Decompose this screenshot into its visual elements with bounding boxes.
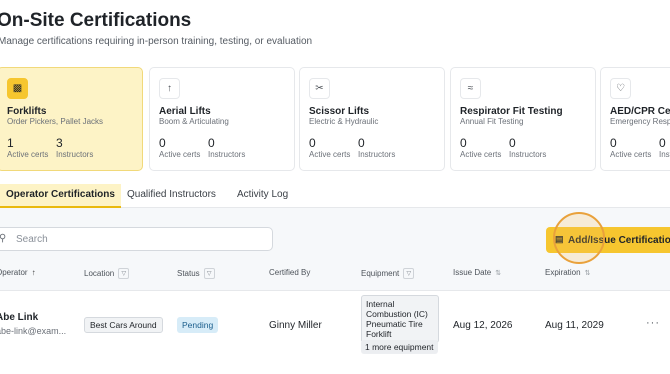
filter-icon[interactable]: ▽ [403,268,415,279]
issue-date: Aug 12, 2026 [453,320,513,331]
column-header-status[interactable]: Status ▽ [177,268,215,279]
equipment-chip: Internal Combustion (IC) Pneumatic Tire … [361,295,439,343]
page-title: On-Site Certifications [0,10,192,31]
instructors-count: 0 [509,136,516,150]
expiration-date: Aug 11, 2029 [545,320,604,331]
card-aed-cpr[interactable]: ♡ AED/CPR Cert Emergency Resp 0 Active c… [600,67,670,171]
tab-bar: Operator Certifications Qualified Instru… [0,184,670,208]
row-actions-menu-icon[interactable]: ··· [646,317,660,329]
card-scissor-lifts[interactable]: ✂ Scissor Lifts Electric & Hydraulic 0 A… [299,67,445,171]
active-certs-count: 0 [460,136,467,150]
search-input[interactable] [16,231,256,247]
column-header-operator[interactable]: Operator ↑ [0,268,36,277]
card-subtitle: Electric & Hydraulic [309,117,379,126]
sort-icon: ⇅ [584,269,591,277]
card-forklifts[interactable]: ▩ Forklifts Order Pickers, Pallet Jacks … [0,67,143,171]
status-badge: Pending [177,317,219,333]
tab-activity-log[interactable]: Activity Log [231,184,294,208]
instructors-label: Instructors [56,150,94,159]
active-certs-label: Active certs [309,150,351,159]
column-header-issue-date[interactable]: Issue Date ⇅ [453,268,501,277]
add-issue-certification-button[interactable]: ▤ Add/Issue Certification [546,227,670,253]
instructors-count: 0 [208,136,215,150]
search-icon: ⚲ [0,233,7,244]
instructors-label: Instructors [509,150,547,159]
active-certs-count: 0 [309,136,316,150]
filter-icon[interactable]: ▽ [203,268,215,279]
truck-icon: ▩ [7,78,28,99]
operator-email: abe-link@exam... [0,326,67,336]
instructors-label: Instru [659,150,670,159]
instructors-label: Instructors [358,150,396,159]
active-certs-label: Active certs [159,150,201,159]
tab-qualified-instructors[interactable]: Qualified Instructors [121,184,222,208]
column-header-certified-by[interactable]: Certified By [269,268,310,277]
card-subtitle: Emergency Resp [610,117,670,126]
card-subtitle: Annual Fit Testing [460,117,524,126]
sort-ascending-icon: ↑ [31,268,36,277]
sort-icon: ⇅ [495,269,502,277]
operator-name: Abe Link [0,312,39,323]
column-header-equipment[interactable]: Equipment ▽ [361,268,415,279]
certifications-panel: ⚲ ▤ Add/Issue Certification Operator ↑ L… [0,208,670,374]
card-title: Forklifts [7,106,47,117]
add-issue-certification-label: Add/Issue Certification [568,234,670,246]
card-respirator-fit-testing[interactable]: ≈ Respirator Fit Testing Annual Fit Test… [450,67,596,171]
card-title: Aerial Lifts [159,106,211,117]
column-header-expiration[interactable]: Expiration ⇅ [545,268,590,277]
active-certs-label: Active certs [7,150,49,159]
arrow-up-icon: ↑ [159,78,180,99]
instructors-count: 0 [659,136,666,150]
column-header-location[interactable]: Location ▽ [84,268,130,279]
location-chip: Best Cars Around [84,317,163,333]
filter-icon[interactable]: ▽ [118,268,130,279]
instructors-label: Instructors [208,150,246,159]
tab-operator-certifications[interactable]: Operator Certifications [0,184,121,208]
card-subtitle: Order Pickers, Pallet Jacks [7,117,104,126]
heart-pulse-icon: ♡ [610,78,631,99]
scissors-icon: ✂ [309,78,330,99]
active-certs-label: Active certs [610,150,652,159]
instructors-count: 3 [56,136,63,150]
card-subtitle: Boom & Articulating [159,117,229,126]
certification-type-cards: ▩ Forklifts Order Pickers, Pallet Jacks … [0,67,670,171]
card-title: Respirator Fit Testing [460,106,563,117]
document-icon: ▤ [555,234,564,244]
search-box: ⚲ [0,227,273,251]
card-title: Scissor Lifts [309,106,370,117]
active-certs-label: Active certs [460,150,502,159]
instructors-count: 0 [358,136,365,150]
card-aerial-lifts[interactable]: ↑ Aerial Lifts Boom & Articulating 0 Act… [149,67,295,171]
active-certs-count: 0 [159,136,166,150]
wind-icon: ≈ [460,78,481,99]
certified-by: Ginny Miller [269,320,322,331]
table-row[interactable]: Abe Link abe-link@exam... Best Cars Arou… [0,290,670,374]
active-certs-count: 0 [610,136,617,150]
page-subtitle: Manage certifications requiring in-perso… [0,36,313,47]
card-title: AED/CPR Cert [610,106,670,117]
active-certs-count: 1 [7,136,14,150]
more-equipment-chip[interactable]: 1 more equipment [361,340,438,354]
